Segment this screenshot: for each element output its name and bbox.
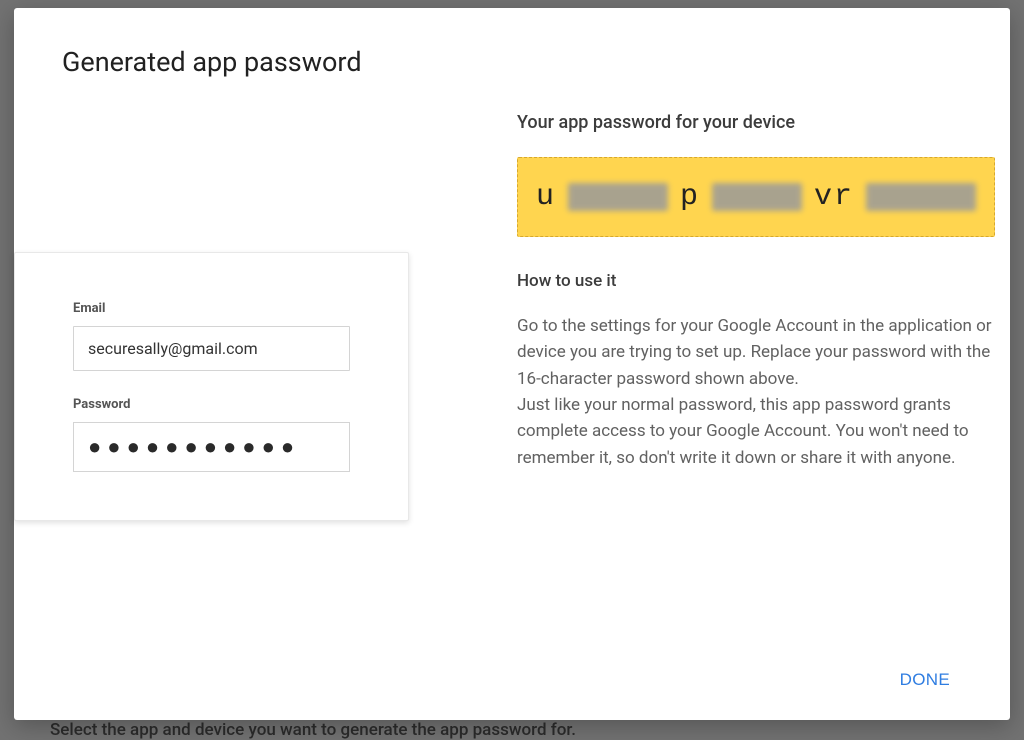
app-password-modal: Generated app password Email Password ●●…: [14, 8, 1010, 720]
password-redacted-block: [866, 183, 976, 211]
instructions-column: Your app password for your device u p vr…: [517, 112, 1001, 521]
password-label: Password: [73, 397, 350, 412]
login-preview-column: Email Password ●●●●●●●●●●●: [14, 112, 409, 521]
password-field: ●●●●●●●●●●●: [73, 422, 350, 472]
modal-title: Generated app password: [62, 46, 962, 78]
password-fragment-b: p: [680, 180, 700, 214]
background-hint-text: Select the app and device you want to ge…: [50, 720, 576, 740]
done-button[interactable]: DONE: [888, 662, 962, 698]
password-fragment-c: vr: [814, 180, 854, 214]
email-field-group: Email: [73, 301, 350, 371]
password-redacted-block: [568, 183, 668, 211]
generated-password-box[interactable]: u p vr: [517, 157, 995, 237]
email-field: [73, 326, 350, 371]
password-fragment-a: u: [536, 180, 556, 214]
modal-columns: Email Password ●●●●●●●●●●● Your app pass…: [62, 112, 962, 521]
howto-body: Go to the settings for your Google Accou…: [517, 313, 995, 471]
email-label: Email: [73, 301, 350, 316]
password-field-group: Password ●●●●●●●●●●●: [73, 397, 350, 472]
modal-button-row: DONE: [888, 662, 962, 698]
login-preview-card: Email Password ●●●●●●●●●●●: [14, 252, 409, 521]
howto-heading: How to use it: [517, 271, 995, 291]
password-redacted-block: [712, 183, 802, 211]
app-password-heading: Your app password for your device: [517, 112, 995, 133]
